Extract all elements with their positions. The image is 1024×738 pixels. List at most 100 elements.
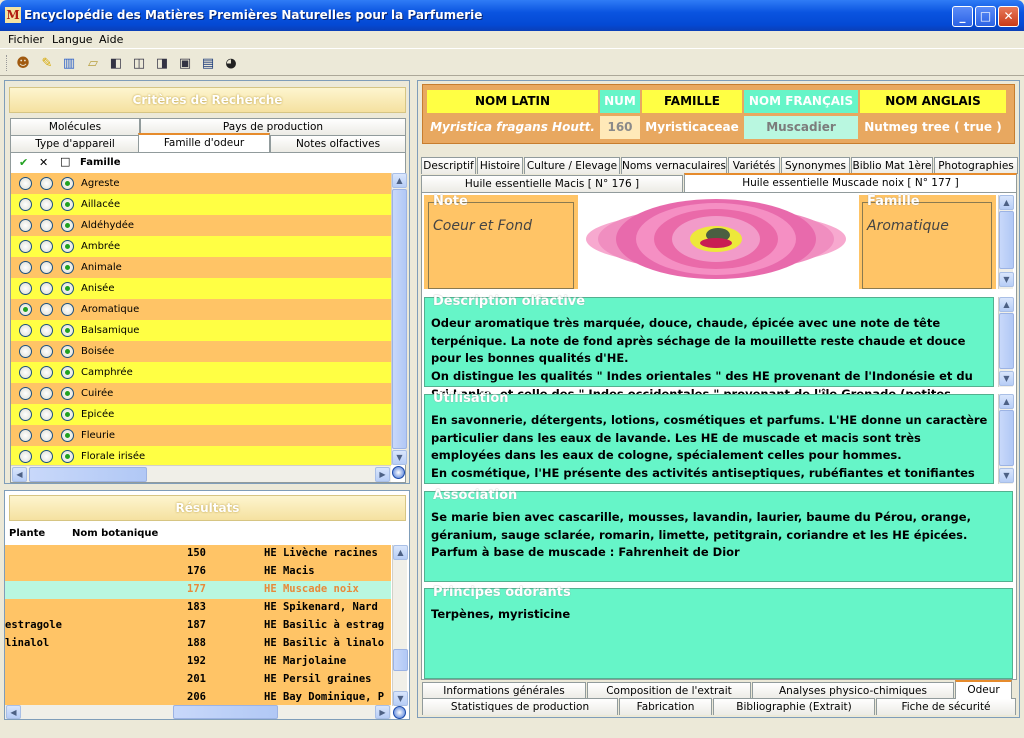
desc-scroll-thumb[interactable] <box>999 313 1014 369</box>
tab-notes-olfactives[interactable]: Notes olfactives <box>270 135 406 152</box>
toolbar-grip[interactable] <box>6 55 9 71</box>
ignore-radio[interactable] <box>61 303 74 316</box>
family-row[interactable]: Florale irisée <box>11 446 391 465</box>
note-scroll-down-arrow-icon[interactable]: ▼ <box>999 272 1014 287</box>
clear-all-icon[interactable]: □ <box>60 155 70 168</box>
family-row[interactable]: Aldéhydée <box>11 215 391 236</box>
minimize-button[interactable]: _ <box>952 6 973 27</box>
family-list-hscroll[interactable]: ◀ ▶ <box>11 465 391 482</box>
tab-type-appareil[interactable]: Type d'appareil <box>10 135 140 152</box>
ignore-radio[interactable] <box>61 429 74 442</box>
globe-icon[interactable]: ◕ <box>222 54 240 72</box>
utilisation-vscroll[interactable]: ▲ ▼ <box>998 394 1014 484</box>
detail-tab-1[interactable]: Histoire <box>477 157 523 174</box>
scroll-thumb[interactable] <box>392 189 407 449</box>
pane-full-icon[interactable]: ▣ <box>176 54 194 72</box>
exclude-radio[interactable] <box>40 408 53 421</box>
note-vscroll[interactable]: ▲ ▼ <box>998 195 1014 289</box>
exclude-radio[interactable] <box>40 219 53 232</box>
maximize-button[interactable]: □ <box>975 6 996 27</box>
scroll-up-arrow-icon[interactable]: ▲ <box>392 173 407 188</box>
exclude-radio[interactable] <box>40 240 53 253</box>
exclude-radio[interactable] <box>40 282 53 295</box>
book-icon[interactable]: ▥ <box>60 54 78 72</box>
family-row[interactable]: Camphrée <box>11 362 391 383</box>
note-scroll-up-arrow-icon[interactable]: ▲ <box>999 195 1014 210</box>
family-row[interactable]: Anisée <box>11 278 391 299</box>
results-scroll-thumb[interactable] <box>393 649 408 671</box>
ignore-radio[interactable] <box>61 387 74 400</box>
family-row[interactable]: Ambrée <box>11 236 391 257</box>
menu-fichier[interactable]: Fichier <box>8 33 44 46</box>
pane-split-icon[interactable]: ◫ <box>130 54 148 72</box>
menu-aide[interactable]: Aide <box>99 33 123 46</box>
hscroll-thumb[interactable] <box>29 467 147 482</box>
results-scroll-right-arrow-icon[interactable]: ▶ <box>375 705 390 719</box>
bottom-tab2-2[interactable]: Bibliographie (Extrait) <box>713 698 875 715</box>
include-radio[interactable] <box>19 450 32 463</box>
result-row[interactable]: 206 HE Bay Dominique, P <box>5 689 391 706</box>
family-row[interactable]: Balsamique <box>11 320 391 341</box>
family-row[interactable]: Aillacée <box>11 194 391 215</box>
pen-icon[interactable]: ✎ <box>38 54 56 72</box>
util-scroll-down-arrow-icon[interactable]: ▼ <box>999 468 1014 483</box>
subtab-macis[interactable]: Huile essentielle Macis [ N° 176 ] <box>421 175 683 192</box>
detail-tab-2[interactable]: Culture / Elevage <box>524 157 620 174</box>
scroll-down-arrow-icon[interactable]: ▼ <box>392 450 407 465</box>
ignore-radio[interactable] <box>61 282 74 295</box>
desc-scroll-down-arrow-icon[interactable]: ▼ <box>999 371 1014 386</box>
bottom-tab-2[interactable]: Analyses physico-chimiques <box>752 682 954 699</box>
exclude-radio[interactable] <box>40 177 53 190</box>
include-radio[interactable] <box>19 408 32 421</box>
bottom-tab2-1[interactable]: Fabrication <box>619 698 712 715</box>
results-vscroll[interactable]: ▲ ▼ <box>392 545 408 706</box>
family-row[interactable]: Agreste <box>11 173 391 194</box>
refresh-icon[interactable] <box>392 466 405 479</box>
subtab-muscade-noix[interactable]: Huile essentielle Muscade noix [ N° 177 … <box>684 173 1017 192</box>
results-scroll-down-arrow-icon[interactable]: ▼ <box>393 691 408 706</box>
ignore-radio[interactable] <box>61 177 74 190</box>
exclude-radio[interactable] <box>40 303 53 316</box>
ignore-radio[interactable] <box>61 366 74 379</box>
exclude-radio[interactable] <box>40 324 53 337</box>
scroll-right-arrow-icon[interactable]: ▶ <box>375 467 390 482</box>
detail-tab-6[interactable]: Biblio Mat 1ère <box>851 157 933 174</box>
util-scroll-thumb[interactable] <box>999 410 1014 466</box>
result-row[interactable]: 176 HE Macis <box>5 563 391 581</box>
exclude-radio[interactable] <box>40 450 53 463</box>
bottom-tab2-0[interactable]: Statistiques de production <box>422 698 618 715</box>
family-row[interactable]: Aromatique <box>11 299 391 320</box>
family-row[interactable]: Epicée <box>11 404 391 425</box>
exclude-radio[interactable] <box>40 429 53 442</box>
exclude-radio[interactable] <box>40 366 53 379</box>
detail-tab-3[interactable]: Noms vernaculaires <box>621 157 727 174</box>
ignore-radio[interactable] <box>61 198 74 211</box>
window-icon[interactable]: ▤ <box>199 54 217 72</box>
include-radio[interactable] <box>19 303 32 316</box>
results-refresh-icon[interactable] <box>393 706 406 719</box>
exclude-radio[interactable] <box>40 345 53 358</box>
include-radio[interactable] <box>19 240 32 253</box>
results-hscroll[interactable]: ◀ ▶ <box>5 705 391 719</box>
exclude-radio[interactable] <box>40 198 53 211</box>
detail-tab-0[interactable]: Descriptif <box>421 157 476 174</box>
include-radio[interactable] <box>19 345 32 358</box>
user-icon[interactable]: ☻ <box>14 54 32 72</box>
ignore-radio[interactable] <box>61 345 74 358</box>
pane-right-icon[interactable]: ◨ <box>153 54 171 72</box>
note-icon[interactable]: ▱ <box>84 54 102 72</box>
ignore-radio[interactable] <box>61 408 74 421</box>
result-row[interactable]: estragole 187 HE Basilic à estrag <box>5 617 391 635</box>
result-row[interactable]: 183 HE Spikenard, Nard <box>5 599 391 617</box>
bottom-tab2-3[interactable]: Fiche de sécurité <box>876 698 1016 715</box>
ignore-radio[interactable] <box>61 324 74 337</box>
exclude-all-icon[interactable]: ✕ <box>39 156 48 169</box>
include-radio[interactable] <box>19 261 32 274</box>
include-radio[interactable] <box>19 387 32 400</box>
check-all-icon[interactable]: ✔ <box>19 156 28 169</box>
ignore-radio[interactable] <box>61 450 74 463</box>
ignore-radio[interactable] <box>61 261 74 274</box>
include-radio[interactable] <box>19 282 32 295</box>
desc-scroll-up-arrow-icon[interactable]: ▲ <box>999 297 1014 312</box>
include-radio[interactable] <box>19 366 32 379</box>
